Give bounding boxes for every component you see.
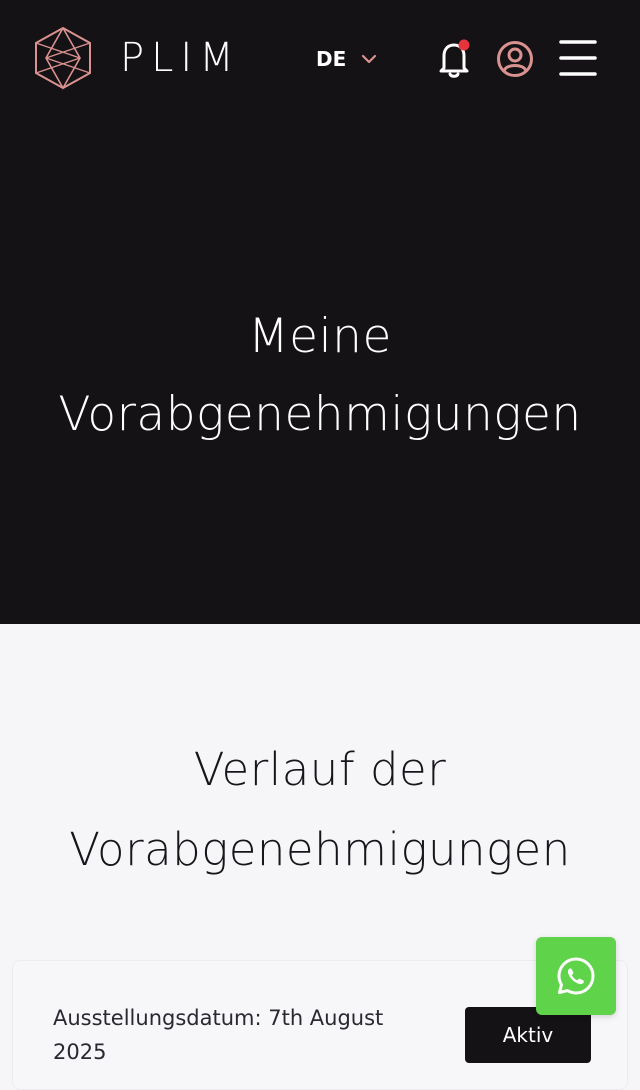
whatsapp-icon (557, 957, 595, 995)
whatsapp-chat-button[interactable] (536, 937, 616, 1015)
issue-date-label: Ausstellungsdatum: 7th August 2025 (53, 1006, 384, 1064)
hexagon-logo-icon[interactable] (32, 26, 94, 90)
section-title: Verlauf der Vorabgenehmigungen (69, 743, 571, 876)
language-label: DE (316, 47, 347, 71)
user-circle-icon[interactable] (496, 40, 534, 78)
hamburger-menu-icon[interactable] (558, 38, 598, 78)
bell-icon[interactable] (434, 38, 474, 80)
status-badge: Aktiv (465, 1007, 591, 1063)
chevron-down-icon (362, 54, 377, 64)
top-navigation: PLIM DE (0, 0, 640, 118)
language-selector[interactable]: DE (316, 44, 378, 74)
page-title: Meine Vorabgenehmigungen (58, 309, 582, 442)
notification-dot (458, 39, 470, 51)
brand-name[interactable]: PLIM (120, 33, 241, 83)
page-header: PLIM DE Meine Vorabgenehmigungen (0, 0, 640, 624)
